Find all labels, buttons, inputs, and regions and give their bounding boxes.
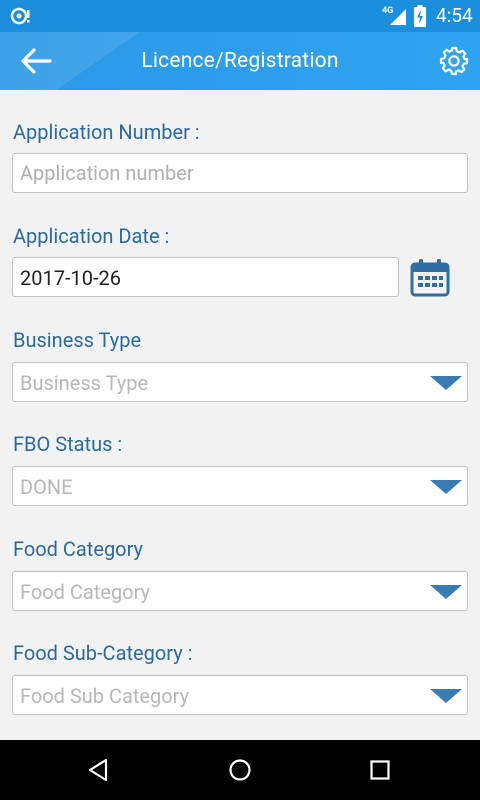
application-number-input[interactable]: [13, 154, 467, 192]
business-type-dropdown[interactable]: Business Type: [12, 362, 468, 402]
status-bar: 4G 4:54: [0, 0, 480, 32]
food-sub-category-selected: Food Sub Category: [20, 684, 190, 708]
app-bar: Licence/Registration: [0, 32, 480, 90]
application-number-field-box: [12, 153, 468, 193]
application-date-value: 2017-10-26: [20, 266, 121, 290]
chevron-down-icon: [430, 376, 462, 390]
fbo-status-selected: DONE: [20, 475, 73, 499]
home-circle-icon[interactable]: [228, 758, 252, 782]
business-type-selected: Business Type: [20, 371, 149, 395]
calendar-icon[interactable]: [410, 257, 450, 297]
food-sub-category-label: Food Sub-Category :: [13, 641, 193, 665]
fbo-status-label: FBO Status :: [13, 432, 123, 456]
recents-square-icon[interactable]: [368, 758, 392, 782]
gear-icon[interactable]: [438, 45, 470, 77]
back-triangle-icon[interactable]: [86, 758, 110, 782]
fbo-status-dropdown[interactable]: DONE: [12, 466, 468, 506]
notification-icon: [10, 7, 30, 25]
application-date-input[interactable]: 2017-10-26: [12, 257, 399, 297]
chevron-down-icon: [430, 585, 462, 599]
food-category-label: Food Category: [13, 537, 143, 561]
food-category-dropdown[interactable]: Food Category: [12, 571, 468, 611]
signal-icon: [390, 9, 406, 25]
clock: 4:54: [436, 4, 473, 27]
battery-charging-icon: [414, 5, 426, 27]
page-title: Licence/Registration: [141, 49, 339, 73]
chevron-down-icon: [430, 689, 462, 703]
food-category-selected: Food Category: [20, 580, 150, 604]
food-sub-category-dropdown[interactable]: Food Sub Category: [12, 675, 468, 715]
application-date-label: Application Date :: [13, 224, 170, 248]
business-type-label: Business Type: [13, 328, 142, 352]
application-number-label: Application Number :: [13, 120, 200, 144]
chevron-down-icon: [430, 480, 462, 494]
system-navigation-bar: [0, 740, 480, 800]
